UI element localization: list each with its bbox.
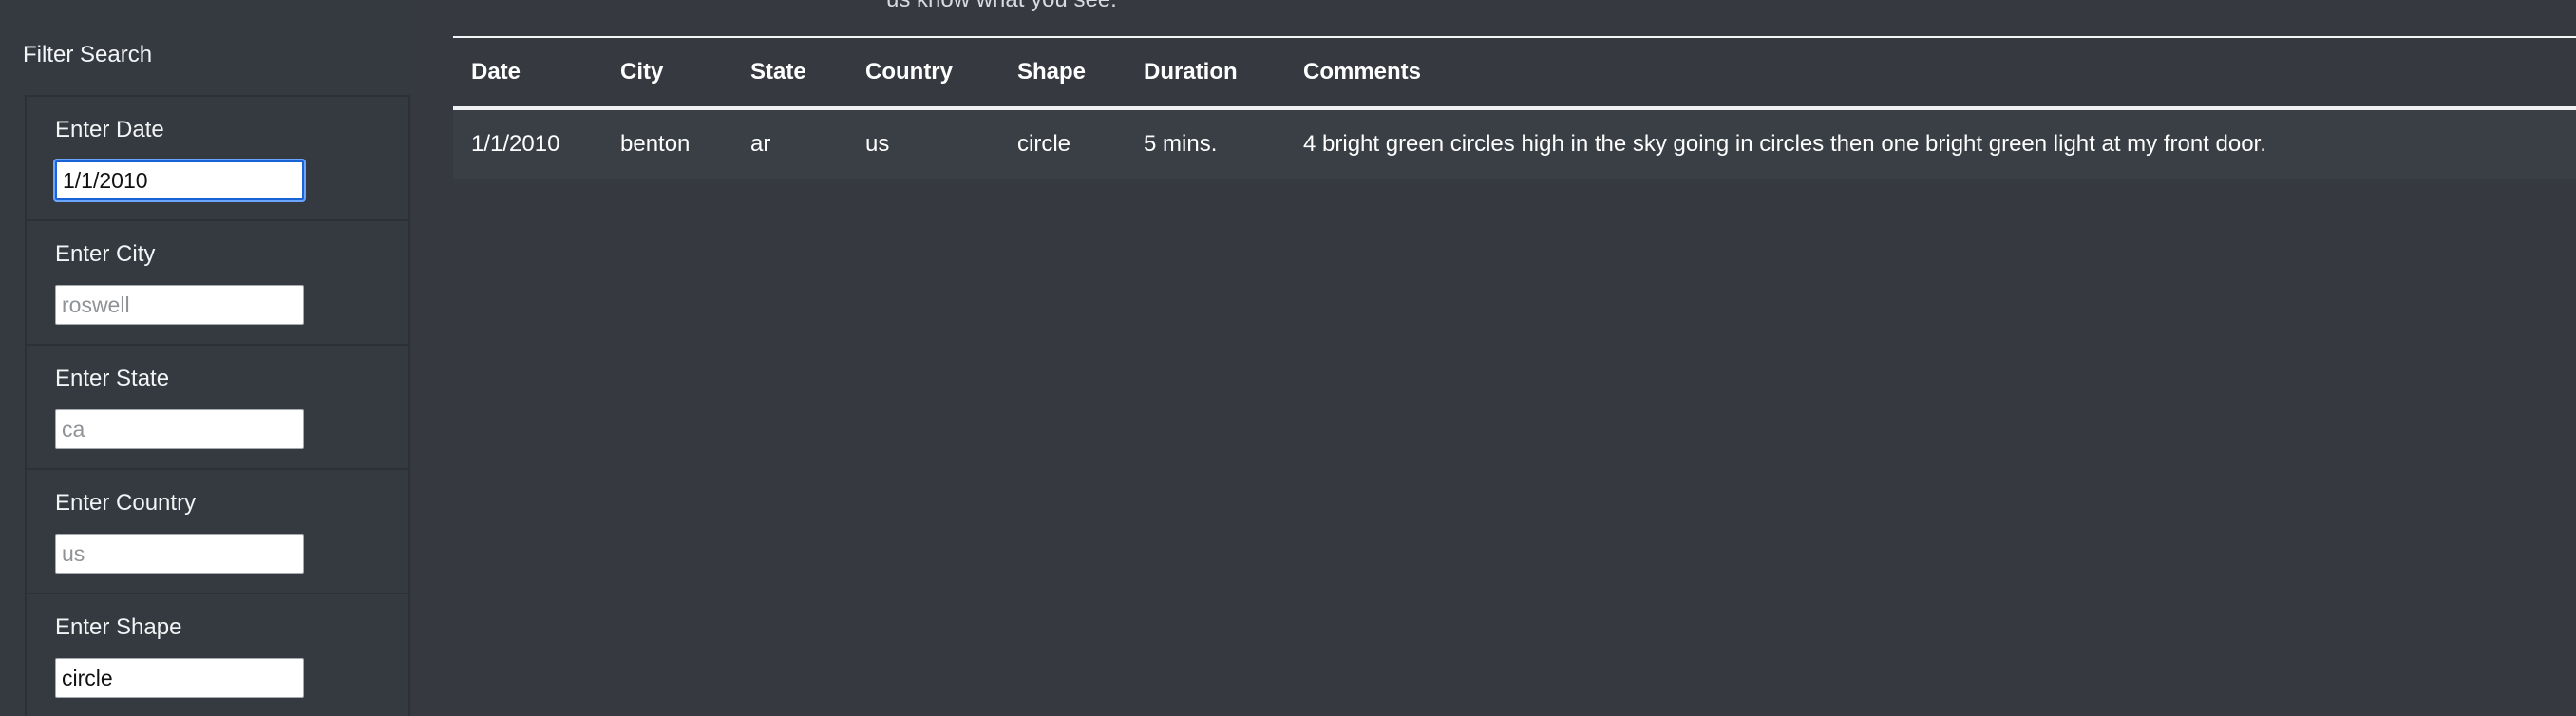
filter-item-country: Enter Country xyxy=(27,470,408,594)
filter-item-city: Enter City xyxy=(27,221,408,346)
page: us know what you see. Filter Search Ente… xyxy=(0,0,2576,716)
cell-date: 1/1/2010 xyxy=(453,108,602,179)
filter-list: Enter Date Enter City Enter State Enter … xyxy=(25,95,410,716)
filter-sidebar: Filter Search Enter Date Enter City Ente… xyxy=(0,0,410,716)
shape-filter-label: Enter Shape xyxy=(55,614,182,640)
country-filter-input[interactable] xyxy=(55,534,304,574)
table-header-row: Date City State Country Shape Duration C… xyxy=(453,38,2576,110)
state-filter-label: Enter State xyxy=(55,366,170,391)
column-header-state: State xyxy=(732,38,847,110)
ufo-results-table: Date City State Country Shape Duration C… xyxy=(453,38,2576,179)
table-row: 1/1/2010 benton ar us circle 5 mins. 4 b… xyxy=(453,108,2576,179)
column-header-shape: Shape xyxy=(999,38,1126,110)
cell-duration: 5 mins. xyxy=(1126,108,1285,179)
cell-country: us xyxy=(847,108,999,179)
city-filter-label: Enter City xyxy=(55,241,156,267)
results-table-area: Date City State Country Shape Duration C… xyxy=(453,36,2576,179)
date-filter-input[interactable] xyxy=(55,160,304,200)
filter-item-shape: Enter Shape xyxy=(27,594,408,716)
column-header-comments: Comments xyxy=(1285,38,2576,110)
city-filter-input[interactable] xyxy=(55,285,304,325)
shape-filter-input[interactable] xyxy=(55,658,304,698)
column-header-country: Country xyxy=(847,38,999,110)
cell-shape: circle xyxy=(999,108,1126,179)
state-filter-input[interactable] xyxy=(55,409,304,449)
intro-text-snippet: us know what you see. xyxy=(886,0,1117,11)
country-filter-label: Enter Country xyxy=(55,490,197,516)
filter-search-title: Filter Search xyxy=(23,42,153,67)
cell-state: ar xyxy=(732,108,847,179)
cell-city: benton xyxy=(602,108,732,179)
column-header-city: City xyxy=(602,38,732,110)
filter-item-state: Enter State xyxy=(27,346,408,470)
column-header-date: Date xyxy=(453,38,602,110)
date-filter-label: Enter Date xyxy=(55,117,164,142)
filter-item-date: Enter Date xyxy=(27,97,408,221)
cell-comments: 4 bright green circles high in the sky g… xyxy=(1285,108,2576,179)
column-header-duration: Duration xyxy=(1126,38,1285,110)
